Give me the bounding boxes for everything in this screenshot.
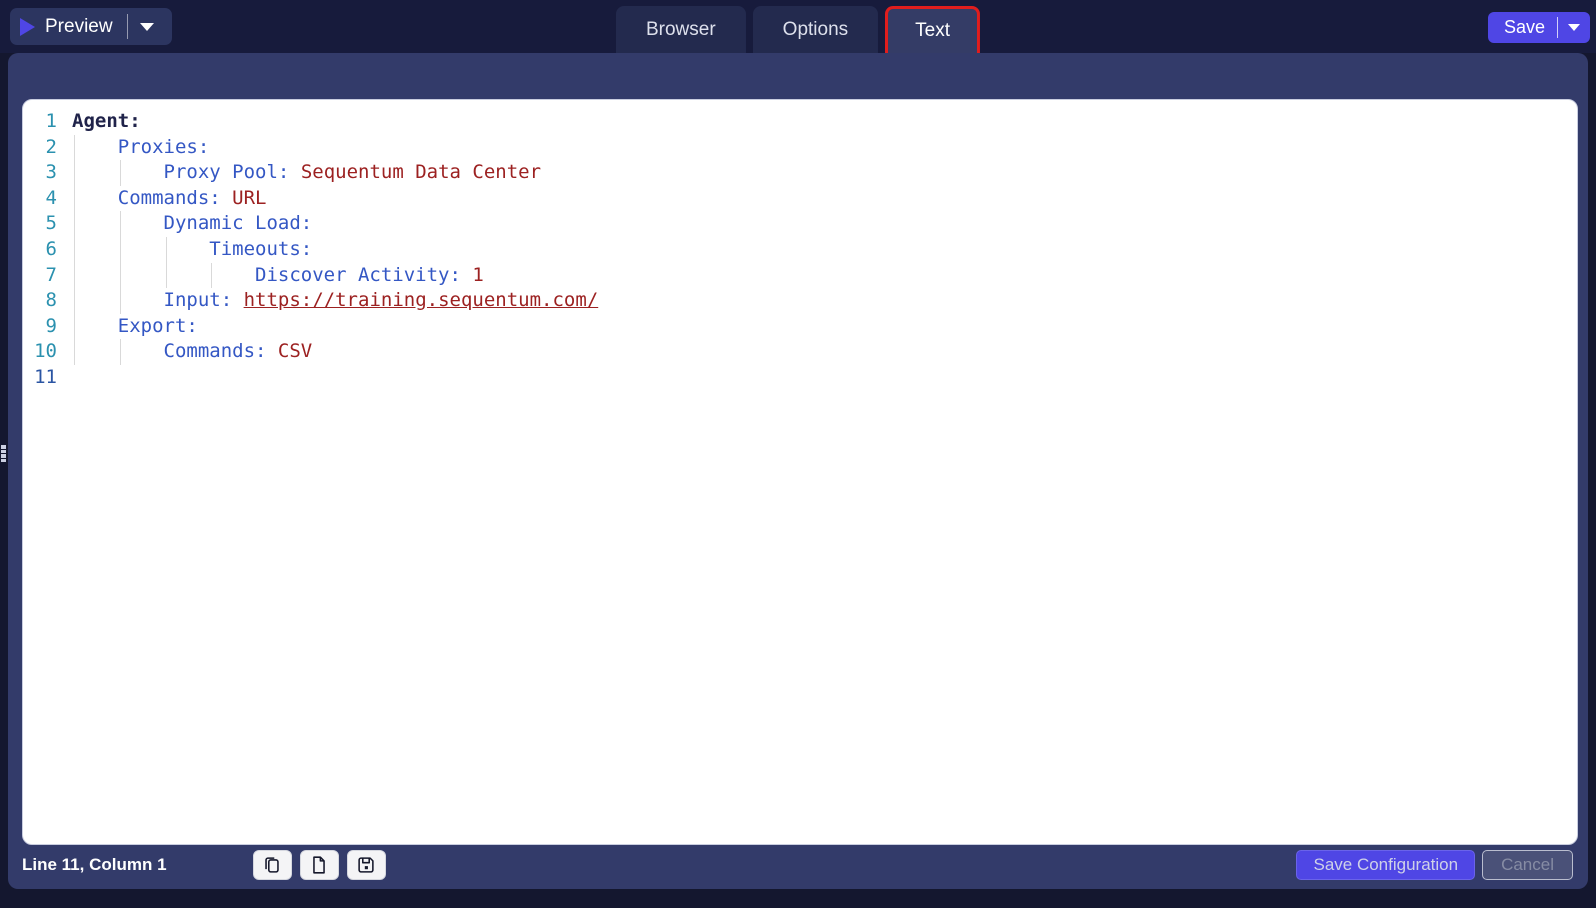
code-line[interactable]: 7 Discover Activity: 1 bbox=[23, 263, 1577, 289]
indent-guide bbox=[211, 263, 212, 289]
code-line[interactable]: 1 Agent: bbox=[23, 109, 1577, 135]
yaml-key: Dynamic Load: bbox=[164, 212, 313, 234]
yaml-value-link[interactable]: https://training.sequentum.com/ bbox=[244, 289, 599, 311]
line-number: 11 bbox=[23, 365, 57, 391]
line-number: 4 bbox=[23, 186, 57, 212]
button-divider bbox=[1557, 17, 1558, 38]
indent-guide bbox=[166, 263, 167, 289]
line-number: 9 bbox=[23, 314, 57, 340]
top-toolbar: Preview BrowserOptionsText Save bbox=[0, 0, 1596, 53]
yaml-key: Commands: bbox=[164, 340, 267, 362]
indent-guide bbox=[74, 288, 75, 314]
code-line[interactable]: 5 Dynamic Load: bbox=[23, 211, 1577, 237]
yaml-value: CSV bbox=[278, 340, 312, 362]
cancel-button[interactable]: Cancel bbox=[1482, 850, 1573, 880]
line-number: 8 bbox=[23, 288, 57, 314]
save-button[interactable]: Save bbox=[1488, 12, 1590, 43]
indent-guide bbox=[74, 263, 75, 289]
code-line[interactable]: 4 Commands: URL bbox=[23, 186, 1577, 212]
save-file-icon bbox=[355, 854, 377, 876]
caret-down-icon[interactable] bbox=[1568, 24, 1580, 31]
code-line[interactable]: 8 Input: https://training.sequentum.com/ bbox=[23, 288, 1577, 314]
copy-button[interactable] bbox=[253, 850, 292, 880]
save-file-button[interactable] bbox=[347, 850, 386, 880]
indent-guide bbox=[74, 237, 75, 263]
line-number: 1 bbox=[23, 109, 57, 135]
yaml-value: Sequentum Data Center bbox=[301, 161, 541, 183]
save-button-label: Save bbox=[1504, 17, 1545, 38]
code-line[interactable]: 9 Export: bbox=[23, 314, 1577, 340]
new-file-icon bbox=[308, 854, 330, 876]
tab-browser[interactable]: Browser bbox=[616, 6, 746, 53]
yaml-key: Agent: bbox=[72, 110, 141, 132]
indent-guide bbox=[74, 160, 75, 186]
indent-guide bbox=[74, 135, 75, 161]
panel-resize-grip-icon[interactable] bbox=[1, 445, 7, 462]
text-editor-panel: 1Agent:2 Proxies:3 Proxy Pool: Sequentum… bbox=[22, 99, 1578, 845]
line-number: 3 bbox=[23, 160, 57, 186]
indent-guide bbox=[74, 186, 75, 212]
line-number: 10 bbox=[23, 339, 57, 365]
view-tabs: BrowserOptionsText bbox=[616, 0, 980, 53]
caret-down-icon[interactable] bbox=[140, 23, 154, 31]
preview-button[interactable]: Preview bbox=[10, 8, 172, 45]
indent-guide bbox=[120, 339, 121, 365]
indent-guide bbox=[74, 339, 75, 365]
yaml-key: Commands: bbox=[118, 187, 221, 209]
play-icon bbox=[20, 18, 35, 36]
cursor-position-label: Line 11, Column 1 bbox=[22, 855, 167, 875]
content-panel: 1Agent:2 Proxies:3 Proxy Pool: Sequentum… bbox=[8, 53, 1588, 889]
indent-guide bbox=[166, 237, 167, 263]
editor-status-bar: Line 11, Column 1 Save Configuration Can… bbox=[8, 845, 1588, 889]
line-number: 2 bbox=[23, 135, 57, 161]
code-line[interactable]: 2 Proxies: bbox=[23, 135, 1577, 161]
new-file-button[interactable] bbox=[300, 850, 339, 880]
indent-guide bbox=[120, 288, 121, 314]
indent-guide bbox=[120, 263, 121, 289]
yaml-key: Proxies: bbox=[118, 136, 210, 158]
yaml-value: 1 bbox=[472, 264, 483, 286]
yaml-key: Timeouts: bbox=[209, 238, 312, 260]
save-configuration-button[interactable]: Save Configuration bbox=[1296, 850, 1475, 880]
code-editor[interactable]: 1Agent:2 Proxies:3 Proxy Pool: Sequentum… bbox=[23, 109, 1577, 391]
preview-button-label: Preview bbox=[45, 16, 113, 38]
indent-guide bbox=[120, 211, 121, 237]
yaml-value: URL bbox=[232, 187, 266, 209]
code-line[interactable]: 11 bbox=[23, 365, 1577, 391]
copy-icon bbox=[261, 854, 283, 876]
indent-guide bbox=[74, 314, 75, 340]
editor-action-buttons bbox=[253, 850, 386, 880]
yaml-key: Discover Activity: bbox=[255, 264, 461, 286]
yaml-key: Proxy Pool: bbox=[164, 161, 290, 183]
line-number: 7 bbox=[23, 263, 57, 289]
code-line[interactable]: 3 Proxy Pool: Sequentum Data Center bbox=[23, 160, 1577, 186]
code-line[interactable]: 6 Timeouts: bbox=[23, 237, 1577, 263]
tab-options[interactable]: Options bbox=[753, 6, 878, 53]
indent-guide bbox=[74, 211, 75, 237]
code-line[interactable]: 10 Commands: CSV bbox=[23, 339, 1577, 365]
line-number: 6 bbox=[23, 237, 57, 263]
yaml-key: Input: bbox=[164, 289, 233, 311]
yaml-key: Export: bbox=[118, 315, 198, 337]
tab-text[interactable]: Text bbox=[885, 6, 980, 53]
indent-guide bbox=[120, 237, 121, 263]
line-number: 5 bbox=[23, 211, 57, 237]
indent-guide bbox=[120, 160, 121, 186]
button-divider bbox=[127, 14, 128, 39]
